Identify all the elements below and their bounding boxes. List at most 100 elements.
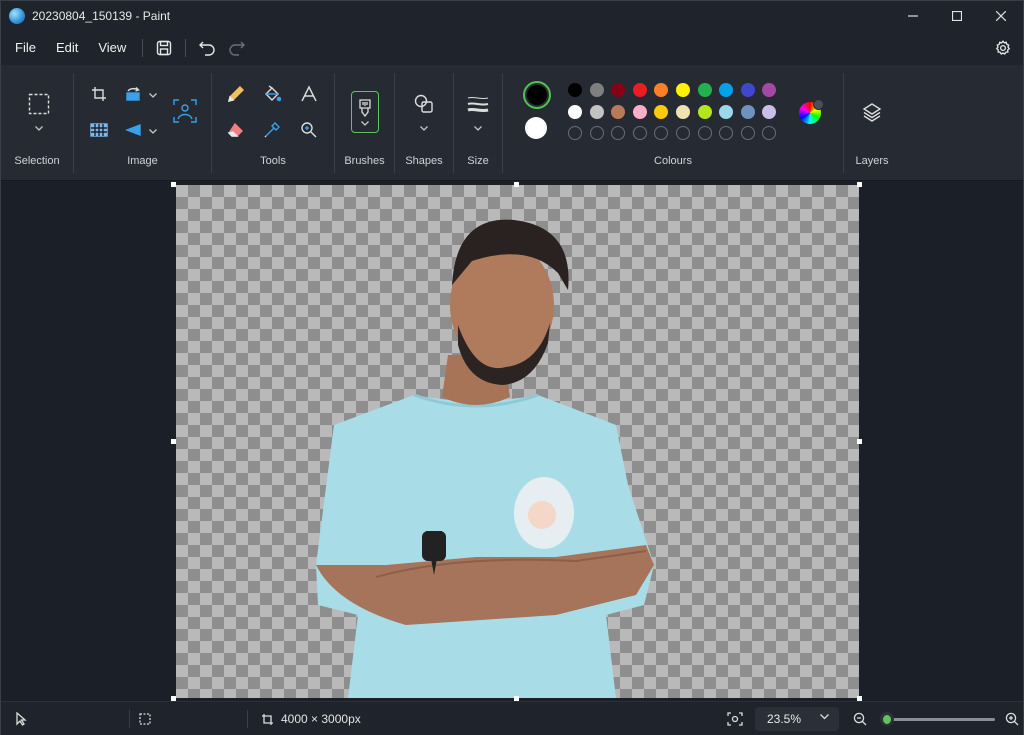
zoom-out-icon — [853, 712, 867, 726]
save-button[interactable] — [149, 34, 179, 62]
secondary-colour[interactable] — [525, 117, 547, 139]
primary-colour[interactable] — [523, 81, 551, 109]
colour-swatch[interactable] — [568, 83, 582, 97]
canvas-size-text: 4000 × 3000px — [281, 712, 361, 726]
layers-button[interactable] — [857, 97, 887, 127]
magnifier-button[interactable] — [294, 115, 324, 145]
colour-swatch[interactable] — [654, 105, 669, 119]
flip-icon — [125, 123, 141, 137]
rotate-button[interactable] — [119, 79, 149, 109]
menu-file[interactable]: File — [5, 34, 46, 62]
zoom-out-button[interactable] — [853, 702, 867, 735]
selection-label: Selection — [14, 155, 60, 167]
selection-group: Selection — [1, 65, 73, 181]
maximize-button[interactable] — [935, 1, 979, 31]
colour-swatch[interactable] — [654, 83, 669, 97]
colour-swatch[interactable] — [589, 83, 604, 97]
colour-swatch[interactable] — [676, 105, 690, 119]
zoom-value: 23.5% — [767, 712, 802, 726]
colour-swatch[interactable] — [740, 83, 755, 97]
selection-button[interactable] — [24, 89, 54, 119]
shapes-label: Shapes — [405, 155, 443, 167]
menu-edit[interactable]: Edit — [46, 34, 88, 62]
colour-swatch[interactable] — [697, 83, 712, 97]
size-button[interactable] — [463, 89, 493, 119]
zoom-dropdown[interactable]: 23.5% — [755, 707, 839, 731]
custom-colour-slot[interactable] — [676, 126, 690, 140]
remove-background-button[interactable] — [170, 96, 200, 126]
color-picker-button[interactable] — [257, 115, 287, 145]
custom-colour-slot[interactable] — [762, 126, 777, 140]
colour-swatch[interactable] — [762, 83, 777, 97]
redo-button[interactable] — [222, 34, 252, 62]
pencil-button[interactable] — [221, 79, 251, 109]
resize-handle[interactable] — [857, 182, 862, 187]
colour-swatch[interactable] — [762, 105, 777, 119]
colour-swatch[interactable] — [697, 105, 712, 119]
close-button[interactable] — [979, 1, 1023, 31]
fit-to-window-button[interactable] — [727, 702, 743, 735]
fill-button[interactable] — [257, 79, 287, 109]
cursor-icon — [16, 712, 27, 726]
flip-button[interactable] — [119, 115, 149, 145]
brushes-button[interactable] — [351, 91, 379, 133]
custom-colour-slot[interactable] — [697, 126, 712, 140]
colour-swatch[interactable] — [632, 83, 647, 97]
resize-handle[interactable] — [171, 439, 176, 444]
shapes-button[interactable] — [409, 89, 439, 119]
custom-colour-slot[interactable] — [719, 126, 734, 140]
shapes-group: Shapes — [395, 65, 453, 181]
custom-colour-slot[interactable] — [611, 126, 626, 140]
zoom-in-button[interactable] — [1005, 702, 1019, 735]
chevron-down-icon — [361, 120, 369, 126]
chevron-down-icon[interactable] — [419, 123, 429, 133]
edit-colours-icon[interactable] — [799, 99, 824, 124]
menu-bar: File Edit View — [1, 31, 1023, 65]
tools-label: Tools — [260, 155, 286, 167]
colour-swatch[interactable] — [676, 83, 690, 97]
layers-label: Layers — [855, 155, 889, 167]
colour-swatch[interactable] — [568, 105, 582, 119]
eraser-button[interactable] — [221, 115, 251, 145]
crop-button[interactable] — [84, 79, 114, 109]
brush-icon — [359, 98, 371, 117]
undo-icon — [199, 41, 215, 56]
canvas-workspace[interactable] — [1, 182, 1023, 701]
undo-button[interactable] — [192, 34, 222, 62]
resize-handle[interactable] — [857, 439, 862, 444]
custom-colour-slot[interactable] — [568, 126, 582, 140]
text-button[interactable] — [294, 79, 324, 109]
tools-group: Tools — [212, 65, 334, 181]
custom-colour-slot[interactable] — [632, 126, 647, 140]
colour-swatch[interactable] — [611, 83, 626, 97]
status-divider — [129, 710, 130, 728]
colour-swatch[interactable] — [740, 105, 755, 119]
checkerboard-icon — [90, 123, 108, 137]
chevron-down-icon[interactable] — [148, 90, 158, 100]
image-transparency-button[interactable] — [84, 115, 114, 145]
colour-swatch[interactable] — [611, 105, 626, 119]
chevron-down-icon[interactable] — [473, 123, 483, 133]
chevron-down-icon[interactable] — [148, 126, 158, 136]
menu-view[interactable]: View — [88, 34, 136, 62]
person-photo — [316, 219, 654, 698]
canvas[interactable] — [176, 185, 859, 698]
resize-handle[interactable] — [514, 182, 519, 187]
custom-colour-slot[interactable] — [654, 126, 669, 140]
chevron-down-icon[interactable] — [34, 123, 44, 133]
colour-swatch[interactable] — [719, 105, 734, 119]
colour-swatch[interactable] — [719, 83, 734, 97]
selection-size-icon — [139, 713, 151, 725]
minimize-button[interactable] — [891, 1, 935, 31]
colour-swatch[interactable] — [632, 105, 647, 119]
zoom-slider-thumb[interactable] — [879, 712, 894, 726]
rotate-icon — [126, 87, 140, 101]
custom-colour-slot[interactable] — [740, 126, 755, 140]
resize-handle[interactable] — [171, 182, 176, 187]
minimize-icon — [908, 15, 918, 17]
eraser-icon — [227, 122, 243, 137]
custom-colour-slot[interactable] — [589, 126, 604, 140]
zoom-slider[interactable] — [881, 718, 995, 721]
settings-button[interactable] — [989, 34, 1017, 62]
colour-swatch[interactable] — [589, 105, 604, 119]
